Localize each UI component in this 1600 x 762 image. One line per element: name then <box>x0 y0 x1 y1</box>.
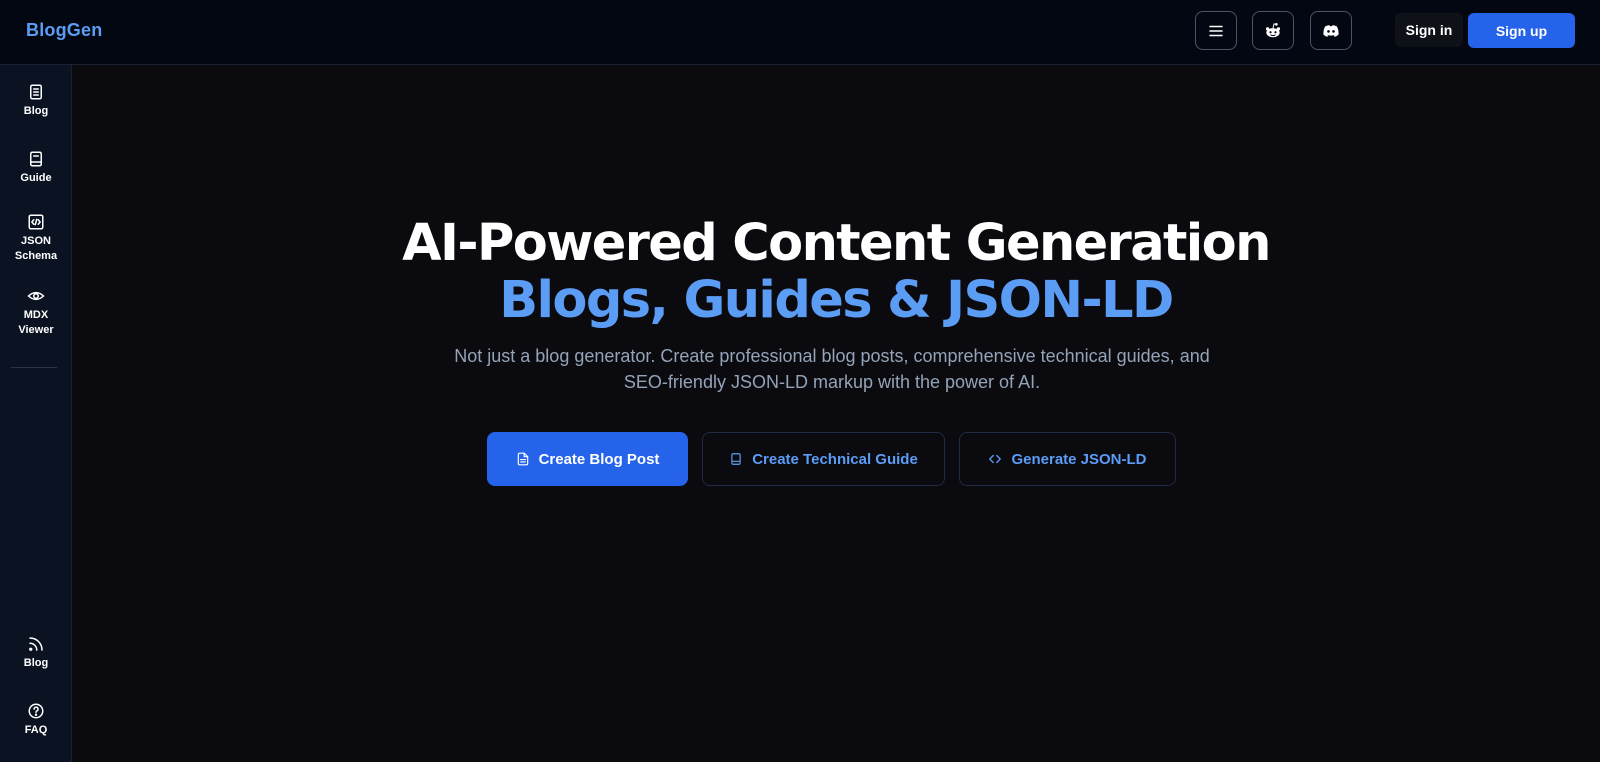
hamburger-menu-icon <box>1209 25 1223 36</box>
document-icon <box>30 84 42 100</box>
top-navbar: BlogGen Sign in Sign up <box>0 0 1600 65</box>
sidebar-item-blog[interactable]: Blog <box>0 83 72 119</box>
button-label: Generate JSON-LD <box>1011 450 1147 468</box>
reddit-button[interactable] <box>1252 11 1294 50</box>
book-icon <box>30 151 42 167</box>
eye-icon <box>27 291 45 301</box>
sidebar-item-label: Blog <box>23 657 49 669</box>
sidebar-item-blog-feed[interactable]: Blog <box>0 635 72 671</box>
help-circle-icon <box>28 703 44 719</box>
file-text-icon <box>517 452 528 466</box>
create-blog-post-button[interactable]: Create Blog Post <box>487 432 688 486</box>
hero-subtitle: Not just a blog generator. Create profes… <box>454 346 1210 392</box>
rss-icon <box>29 637 43 651</box>
sidebar-item-label: MDX Viewer <box>18 309 54 336</box>
sidebar-item-json-schema[interactable]: JSON Schema <box>0 213 72 264</box>
sidebar-item-label: Blog <box>23 105 49 117</box>
sidebar-item-label: Guide <box>20 172 52 184</box>
sign-in-button[interactable]: Sign in <box>1395 13 1463 47</box>
hero-section: AI-Powered Content Generation Blogs, Gui… <box>72 65 1600 762</box>
logo[interactable]: BlogGen <box>26 20 102 41</box>
reddit-icon <box>1265 22 1281 37</box>
button-label: Create Technical Guide <box>752 450 918 468</box>
button-label: Create Blog Post <box>538 450 660 468</box>
sign-up-button[interactable]: Sign up <box>1468 13 1575 48</box>
sidebar-item-label: JSON Schema <box>14 235 58 262</box>
sidebar-item-mdx-viewer[interactable]: MDX Viewer <box>0 287 72 338</box>
code-icon <box>989 454 1002 464</box>
hero-title: AI-Powered Content Generation <box>402 214 1271 273</box>
sidebar-item-faq[interactable]: FAQ <box>0 702 72 738</box>
hero-title-highlight: Blogs, Guides & JSON-LD <box>499 271 1174 330</box>
book-icon <box>731 453 741 465</box>
sidebar-item-label: FAQ <box>24 724 48 736</box>
menu-button[interactable] <box>1195 11 1237 50</box>
discord-icon <box>1323 24 1339 37</box>
code-file-icon <box>28 214 44 230</box>
discord-button[interactable] <box>1310 11 1352 50</box>
sidebar: Blog Guide JSON Schema MDX Viewer Blog F… <box>0 65 72 762</box>
generate-json-ld-button[interactable]: Generate JSON-LD <box>959 432 1176 486</box>
create-technical-guide-button[interactable]: Create Technical Guide <box>702 432 945 486</box>
sidebar-item-guide[interactable]: Guide <box>0 150 72 186</box>
sidebar-divider <box>11 367 57 368</box>
